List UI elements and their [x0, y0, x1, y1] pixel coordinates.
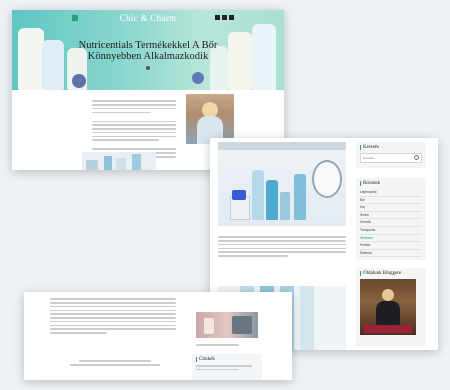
social-links [215, 15, 234, 20]
product-tube [252, 24, 276, 90]
blog-page-bottom-screenshot: Címkék [24, 292, 292, 380]
site-title[interactable]: Chic & Charm [12, 13, 284, 23]
pinterest-icon[interactable] [229, 15, 234, 20]
tags-widget-title: Címkék [196, 357, 258, 362]
tags-widget: Címkék [192, 354, 262, 380]
search-widget: Keresés [356, 142, 426, 168]
search-icon[interactable] [414, 155, 419, 160]
category-item[interactable]: Haj [360, 204, 422, 212]
blogger-photo [186, 94, 234, 144]
product-photo [218, 142, 346, 226]
instagram-icon[interactable] [222, 15, 227, 20]
author-widget: Oldalunk Bloggere [356, 268, 426, 346]
categories-widget-title: Rovatok [360, 181, 422, 186]
hero-banner: Chic & Charm Nutricentials Termékekkel A… [12, 10, 284, 90]
category-item[interactable]: Wellness [360, 235, 422, 243]
category-list: Legfrissebb Bőr Haj Smink Körmök Testápolás We… [360, 189, 422, 258]
product-tube [18, 28, 44, 90]
category-item[interactable]: Smink [360, 212, 422, 220]
thumbnail-image[interactable] [196, 312, 258, 338]
author-widget-title: Oldalunk Bloggere [360, 271, 422, 276]
category-item[interactable]: Életmód [360, 250, 422, 258]
search-widget-title: Keresés [360, 145, 422, 150]
search-input[interactable] [361, 154, 419, 162]
post-title: Nutricentials Termékekkel A Bőr Könnyebb… [78, 40, 218, 62]
product-photo-strip [82, 152, 156, 170]
flower-decoration [192, 72, 204, 84]
category-item[interactable]: Bőr [360, 197, 422, 205]
post-body [218, 234, 346, 259]
category-item[interactable]: Parfüm [360, 242, 422, 250]
thumbnail-caption [196, 342, 258, 348]
post-body [50, 296, 176, 336]
post-footer-links [70, 358, 160, 368]
cotton-swabs [232, 190, 246, 200]
author-avatar [146, 66, 150, 70]
category-item[interactable]: Testápolás [360, 227, 422, 235]
author-meta [112, 66, 184, 70]
category-item[interactable]: Legfrissebb [360, 189, 422, 197]
facebook-icon[interactable] [215, 15, 220, 20]
category-item[interactable]: Körmök [360, 219, 422, 227]
mirror [312, 160, 342, 198]
blogger-photo [360, 279, 416, 335]
categories-widget: Rovatok Legfrissebb Bőr Haj Smink Körmök Test… [356, 178, 426, 260]
flower-decoration [72, 74, 86, 88]
